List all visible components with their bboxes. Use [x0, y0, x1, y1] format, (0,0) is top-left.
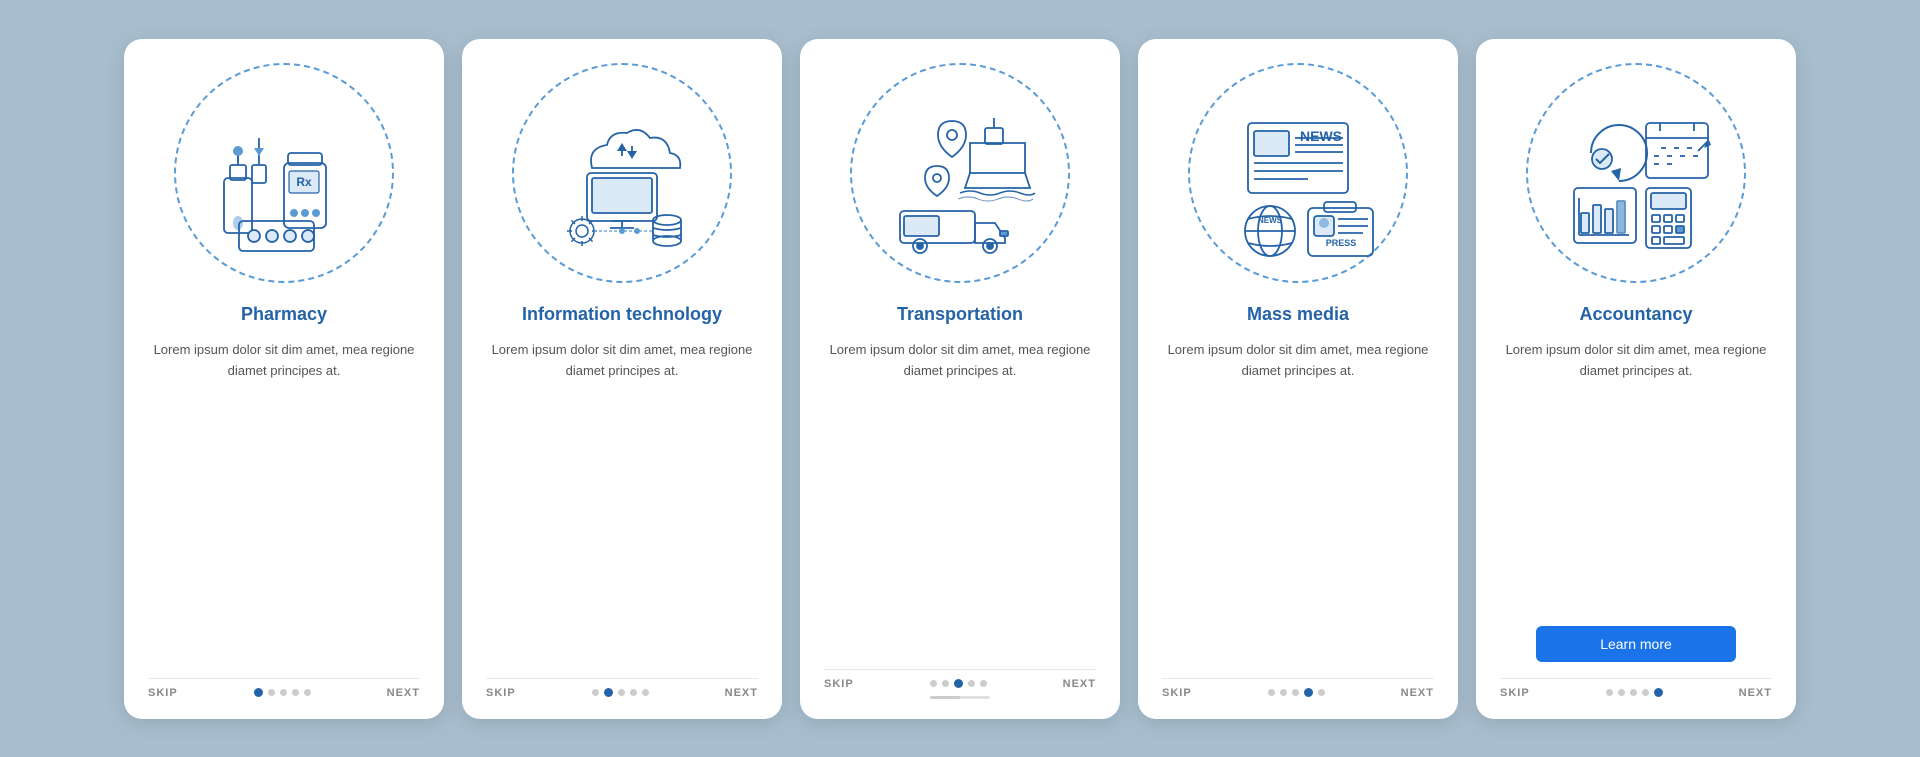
transport-next[interactable]: NEXT: [1063, 678, 1096, 690]
dot-5: [1318, 689, 1325, 696]
media-icon-area: NEWS NEWS: [1188, 63, 1408, 283]
media-next[interactable]: NEXT: [1401, 687, 1434, 699]
svg-text:PRESS: PRESS: [1326, 238, 1357, 248]
dot-3: [280, 689, 287, 696]
dot-3: [1630, 689, 1637, 696]
pharmacy-dots: [254, 688, 311, 697]
dot-4: [292, 689, 299, 696]
it-icon-area: [512, 63, 732, 283]
card-information-technology: Information technology Lorem ipsum dolor…: [462, 39, 782, 719]
dot-1: [254, 688, 263, 697]
svg-text:NEWS: NEWS: [1300, 128, 1342, 144]
learn-more-button[interactable]: Learn more: [1536, 626, 1736, 662]
dot-2: [268, 689, 275, 696]
it-dots: [592, 688, 649, 697]
transport-footer: SKIP NEXT: [824, 669, 1096, 690]
dot-4: [630, 689, 637, 696]
transport-title: Transportation: [897, 303, 1023, 326]
dot-5: [980, 680, 987, 687]
card-pharmacy: Rx: [124, 39, 444, 719]
dot-4: [968, 680, 975, 687]
it-icon: [532, 83, 712, 263]
transport-icon-area: [850, 63, 1070, 283]
accountancy-title: Accountancy: [1579, 303, 1692, 326]
dot-2: [1618, 689, 1625, 696]
cards-container: Rx: [104, 19, 1816, 739]
media-dots: [1268, 688, 1325, 697]
card-transportation: Transportation Lorem ipsum dolor sit dim…: [800, 39, 1120, 719]
card-mass-media: NEWS NEWS: [1138, 39, 1458, 719]
dot-2: [604, 688, 613, 697]
mass-media-icon: NEWS NEWS: [1208, 83, 1388, 263]
dot-3: [954, 679, 963, 688]
media-body: Lorem ipsum dolor sit dim amet, mea regi…: [1162, 340, 1434, 662]
media-footer: SKIP NEXT: [1162, 678, 1434, 699]
media-skip[interactable]: SKIP: [1162, 687, 1192, 699]
dot-1: [1606, 689, 1613, 696]
media-title: Mass media: [1247, 303, 1349, 326]
svg-text:Rx: Rx: [296, 175, 312, 189]
svg-text:NEWS: NEWS: [1258, 216, 1283, 225]
dot-1: [1268, 689, 1275, 696]
it-skip[interactable]: SKIP: [486, 687, 516, 699]
dot-5: [304, 689, 311, 696]
pharmacy-body: Lorem ipsum dolor sit dim amet, mea regi…: [148, 340, 420, 662]
accountancy-body: Lorem ipsum dolor sit dim amet, mea regi…: [1500, 340, 1772, 610]
it-next[interactable]: NEXT: [725, 687, 758, 699]
pharmacy-title: Pharmacy: [241, 303, 327, 326]
dot-2: [942, 680, 949, 687]
dot-1: [592, 689, 599, 696]
transport-body: Lorem ipsum dolor sit dim amet, mea regi…: [824, 340, 1096, 653]
transportation-icon: [870, 83, 1050, 263]
it-title: Information technology: [522, 303, 722, 326]
dot-3: [618, 689, 625, 696]
transport-dots: [930, 679, 987, 688]
accountancy-icon: [1546, 83, 1726, 263]
transport-progress: [930, 696, 990, 699]
dot-5: [642, 689, 649, 696]
pharmacy-icon: Rx: [194, 83, 374, 263]
accountancy-icon-area: [1526, 63, 1746, 283]
pharmacy-skip[interactable]: SKIP: [148, 687, 178, 699]
dot-2: [1280, 689, 1287, 696]
accountancy-dots: [1606, 688, 1663, 697]
pharmacy-footer: SKIP NEXT: [148, 678, 420, 699]
accountancy-footer: SKIP NEXT: [1500, 678, 1772, 699]
accountancy-skip[interactable]: SKIP: [1500, 687, 1530, 699]
dot-4: [1304, 688, 1313, 697]
transport-skip[interactable]: SKIP: [824, 678, 854, 690]
it-body: Lorem ipsum dolor sit dim amet, mea regi…: [486, 340, 758, 662]
dot-4: [1642, 689, 1649, 696]
accountancy-next[interactable]: NEXT: [1739, 687, 1772, 699]
it-footer: SKIP NEXT: [486, 678, 758, 699]
dot-5: [1654, 688, 1663, 697]
pharmacy-icon-area: Rx: [174, 63, 394, 283]
card-accountancy: Accountancy Lorem ipsum dolor sit dim am…: [1476, 39, 1796, 719]
dot-1: [930, 680, 937, 687]
dot-3: [1292, 689, 1299, 696]
pharmacy-next[interactable]: NEXT: [387, 687, 420, 699]
